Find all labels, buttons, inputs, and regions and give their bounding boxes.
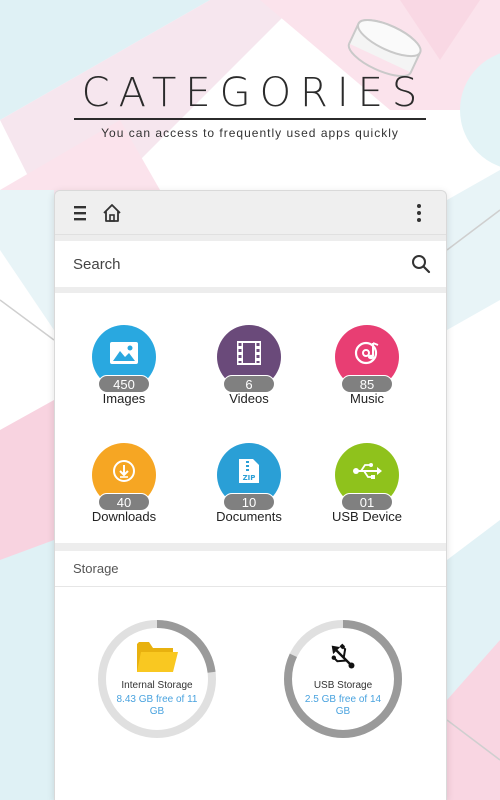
category-count: 10 <box>223 493 275 511</box>
usb-icon <box>331 643 355 669</box>
menu-button[interactable] <box>67 198 97 228</box>
category-images[interactable]: 450 Images <box>74 325 174 406</box>
category-icon-circle: 450 <box>92 325 156 393</box>
category-count: 450 <box>98 375 150 393</box>
zip-file-icon: ZIP <box>239 459 259 483</box>
category-music[interactable]: 85 Music <box>317 325 417 406</box>
category-icon-circle: 01 <box>335 443 399 511</box>
music-disc-icon <box>354 341 379 365</box>
category-videos[interactable]: 6 Videos <box>199 325 299 406</box>
download-icon <box>113 460 135 482</box>
home-button[interactable] <box>97 198 127 228</box>
category-downloads[interactable]: 40 Downloads <box>74 443 174 524</box>
category-usb-device[interactable]: 01 USB Device <box>317 443 417 524</box>
svg-text:ZIP: ZIP <box>243 474 256 482</box>
category-documents[interactable]: ZIP 10 Documents <box>199 443 299 524</box>
storage-free-text: 2.5 GB free of 14 GB <box>304 694 382 717</box>
usb-storage-card[interactable]: USB Storage 2.5 GB free of 14 GB <box>281 617 405 741</box>
category-count: 01 <box>341 493 393 511</box>
headline: CATEGORIES You can access to frequently … <box>0 70 500 140</box>
page-subtitle: You can access to frequently used apps q… <box>101 126 399 140</box>
category-icon-circle: 6 <box>217 325 281 393</box>
search-input[interactable] <box>73 255 406 273</box>
home-icon <box>103 203 121 222</box>
storage-section-heading: Storage <box>55 551 446 587</box>
category-icon-circle: 40 <box>92 443 156 511</box>
category-count: 6 <box>223 375 275 393</box>
category-count: 85 <box>341 375 393 393</box>
category-label: Videos <box>229 391 269 406</box>
more-options-button[interactable] <box>404 198 434 228</box>
more-vertical-icon <box>417 203 421 222</box>
image-icon <box>110 342 138 364</box>
folder-icon <box>137 642 178 672</box>
categories-grid: 450 Images 6 Videos 85 Music 40 Download… <box>55 293 446 543</box>
search-bar <box>55 241 446 287</box>
toolbar <box>55 191 446 235</box>
internal-storage-card[interactable]: Internal Storage 8.43 GB free of 11 GB <box>95 617 219 741</box>
category-icon-circle: 85 <box>335 325 399 393</box>
film-icon <box>237 341 261 365</box>
search-button[interactable] <box>406 249 436 279</box>
category-count: 40 <box>98 493 150 511</box>
phone-screen: 450 Images 6 Vid <box>54 190 447 800</box>
page-title: CATEGORIES <box>73 70 427 120</box>
search-icon <box>412 255 431 274</box>
category-icon-circle: ZIP 10 <box>217 443 281 511</box>
storage-free-text: 8.43 GB free of 11 GB <box>116 694 198 717</box>
storage-section: Internal Storage 8.43 GB free of 11 GB U… <box>55 587 446 800</box>
storage-label: Internal Storage <box>121 680 193 691</box>
usb-icon <box>353 463 382 479</box>
menu-icon <box>74 205 86 220</box>
storage-label: USB Storage <box>313 680 373 691</box>
